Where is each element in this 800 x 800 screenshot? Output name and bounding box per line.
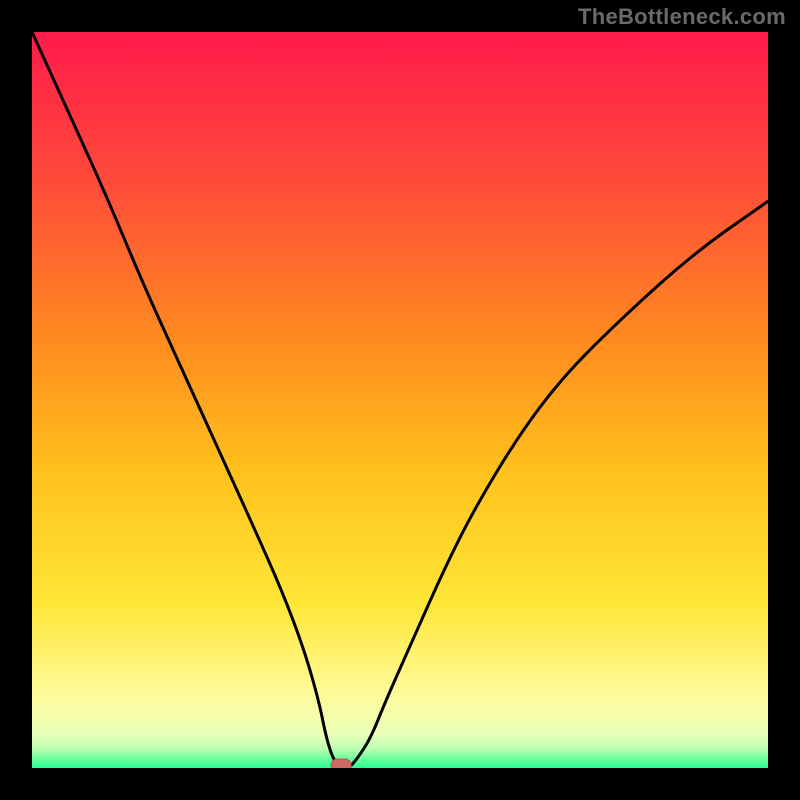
watermark-text: TheBottleneck.com [578,4,786,30]
chart-svg [32,32,768,768]
plot-area [32,32,768,768]
chart-frame: TheBottleneck.com [0,0,800,800]
optimal-marker [331,759,351,768]
gradient-background [32,32,768,768]
